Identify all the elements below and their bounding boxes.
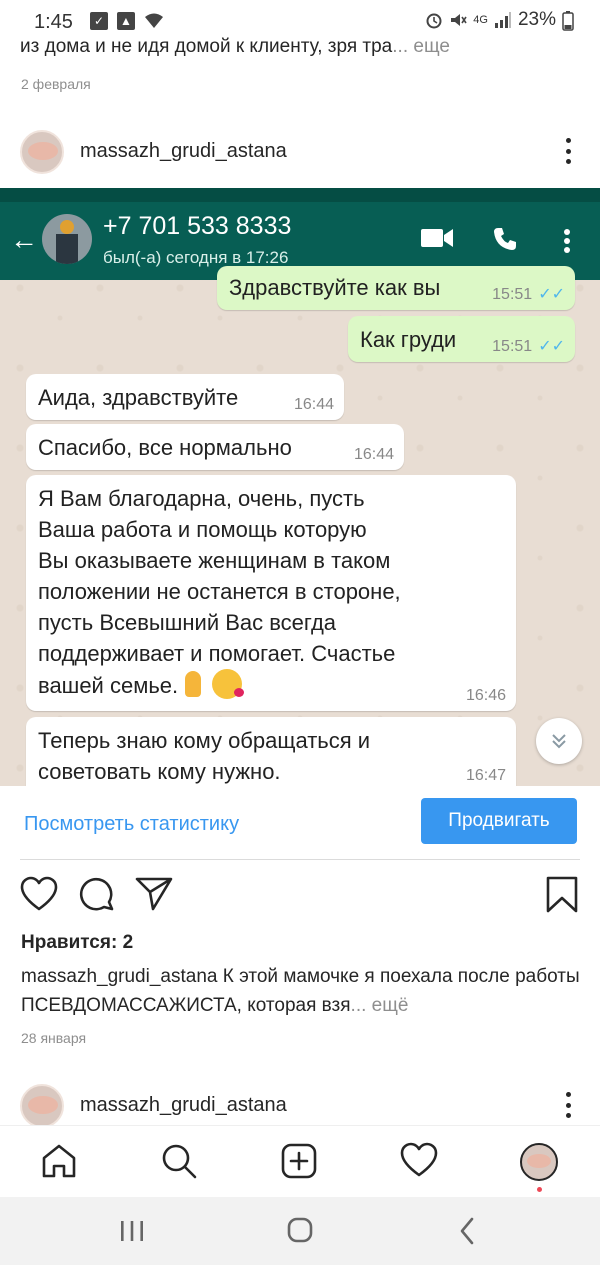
- system-nav-bar: [0, 1197, 600, 1265]
- previous-post-caption[interactable]: из дома и не идя домой к клиенту, зря тр…: [20, 36, 450, 58]
- send-icon[interactable]: [135, 876, 175, 916]
- menu-dots-icon: [563, 228, 571, 259]
- promote-button[interactable]: Продвигать: [421, 798, 577, 844]
- chat-message: Теперь знаю кому обращаться и советовать…: [26, 717, 516, 786]
- add-icon[interactable]: [280, 1142, 320, 1182]
- avatar[interactable]: [20, 1084, 64, 1128]
- bookmark-icon[interactable]: [546, 876, 586, 916]
- last-seen: был(-а) сегодня в 17:26: [103, 248, 289, 267]
- recent-apps-icon[interactable]: [112, 1215, 152, 1247]
- image-icon: ▲: [117, 12, 135, 30]
- video-call-icon: [420, 226, 454, 255]
- home-button-icon[interactable]: [280, 1215, 320, 1247]
- comment-icon[interactable]: [78, 876, 118, 916]
- more-link[interactable]: ... еще: [392, 36, 450, 57]
- heart-icon[interactable]: [400, 1142, 440, 1182]
- home-icon[interactable]: [40, 1142, 80, 1182]
- more-options-icon[interactable]: [566, 138, 572, 164]
- battery-percent: 23%: [517, 9, 556, 30]
- scroll-down-icon: [536, 718, 582, 764]
- phone-icon: [492, 226, 518, 257]
- signal-icon: [494, 11, 512, 29]
- chat-message: Здравствуйте как вы 15:51 ✓✓: [217, 266, 575, 310]
- double-check-icon: ✓✓: [538, 286, 565, 303]
- caption-username[interactable]: massazh_grudi_astana: [21, 966, 217, 987]
- notification-dot: [537, 1187, 542, 1192]
- kiss-face-icon: [212, 669, 245, 699]
- post-username[interactable]: massazh_grudi_astana: [80, 140, 287, 163]
- bottom-tab-bar: [0, 1125, 600, 1197]
- search-icon[interactable]: [160, 1142, 200, 1182]
- post-username[interactable]: massazh_grudi_astana: [80, 1094, 287, 1117]
- more-link[interactable]: ... ещё: [351, 995, 409, 1016]
- avatar[interactable]: [20, 130, 64, 174]
- mute-icon: [449, 11, 467, 29]
- view-insights-link[interactable]: Посмотреть статистику: [24, 813, 239, 836]
- chat-message: Аида, здравствуйте 16:44: [26, 374, 344, 420]
- more-options-icon[interactable]: [566, 1092, 572, 1118]
- chat-message: Как груди 15:51 ✓✓: [348, 316, 575, 362]
- wifi-icon: [144, 12, 163, 30]
- check-icon: ✓: [90, 12, 108, 30]
- chat-message: Я Вам благодарна, очень, пусть Ваша рабо…: [26, 475, 516, 711]
- chat-message: Спасибо, все нормально 16:44: [26, 424, 404, 470]
- likes-count[interactable]: Нравится: 2: [21, 932, 133, 954]
- post-image[interactable]: ← +7 701 533 8333 был(-а) сегодня в 17:2…: [0, 188, 600, 786]
- profile-avatar[interactable]: [520, 1143, 558, 1181]
- next-post-header: massazh_grudi_astana: [0, 1080, 600, 1130]
- contact-avatar: [42, 214, 92, 264]
- praying-hands-icon: [178, 669, 208, 699]
- post-actions: [0, 876, 600, 916]
- post-caption: massazh_grudi_astana К этой мамочке я по…: [21, 966, 580, 1016]
- network-type: 4G: [473, 14, 488, 26]
- heart-icon[interactable]: [20, 876, 60, 916]
- post-date: 28 января: [21, 1030, 87, 1046]
- contact-name: +7 701 533 8333: [103, 212, 292, 240]
- previous-post-date: 2 февраля: [21, 76, 91, 92]
- back-icon[interactable]: [448, 1215, 488, 1247]
- status-time: 1:45: [34, 11, 73, 33]
- battery-icon: [562, 11, 580, 31]
- alarm-icon: [425, 11, 443, 29]
- double-check-icon: ✓✓: [538, 338, 565, 355]
- post-header: massazh_grudi_astana: [0, 126, 600, 176]
- divider: [20, 859, 580, 860]
- back-arrow-icon: ←: [10, 224, 38, 255]
